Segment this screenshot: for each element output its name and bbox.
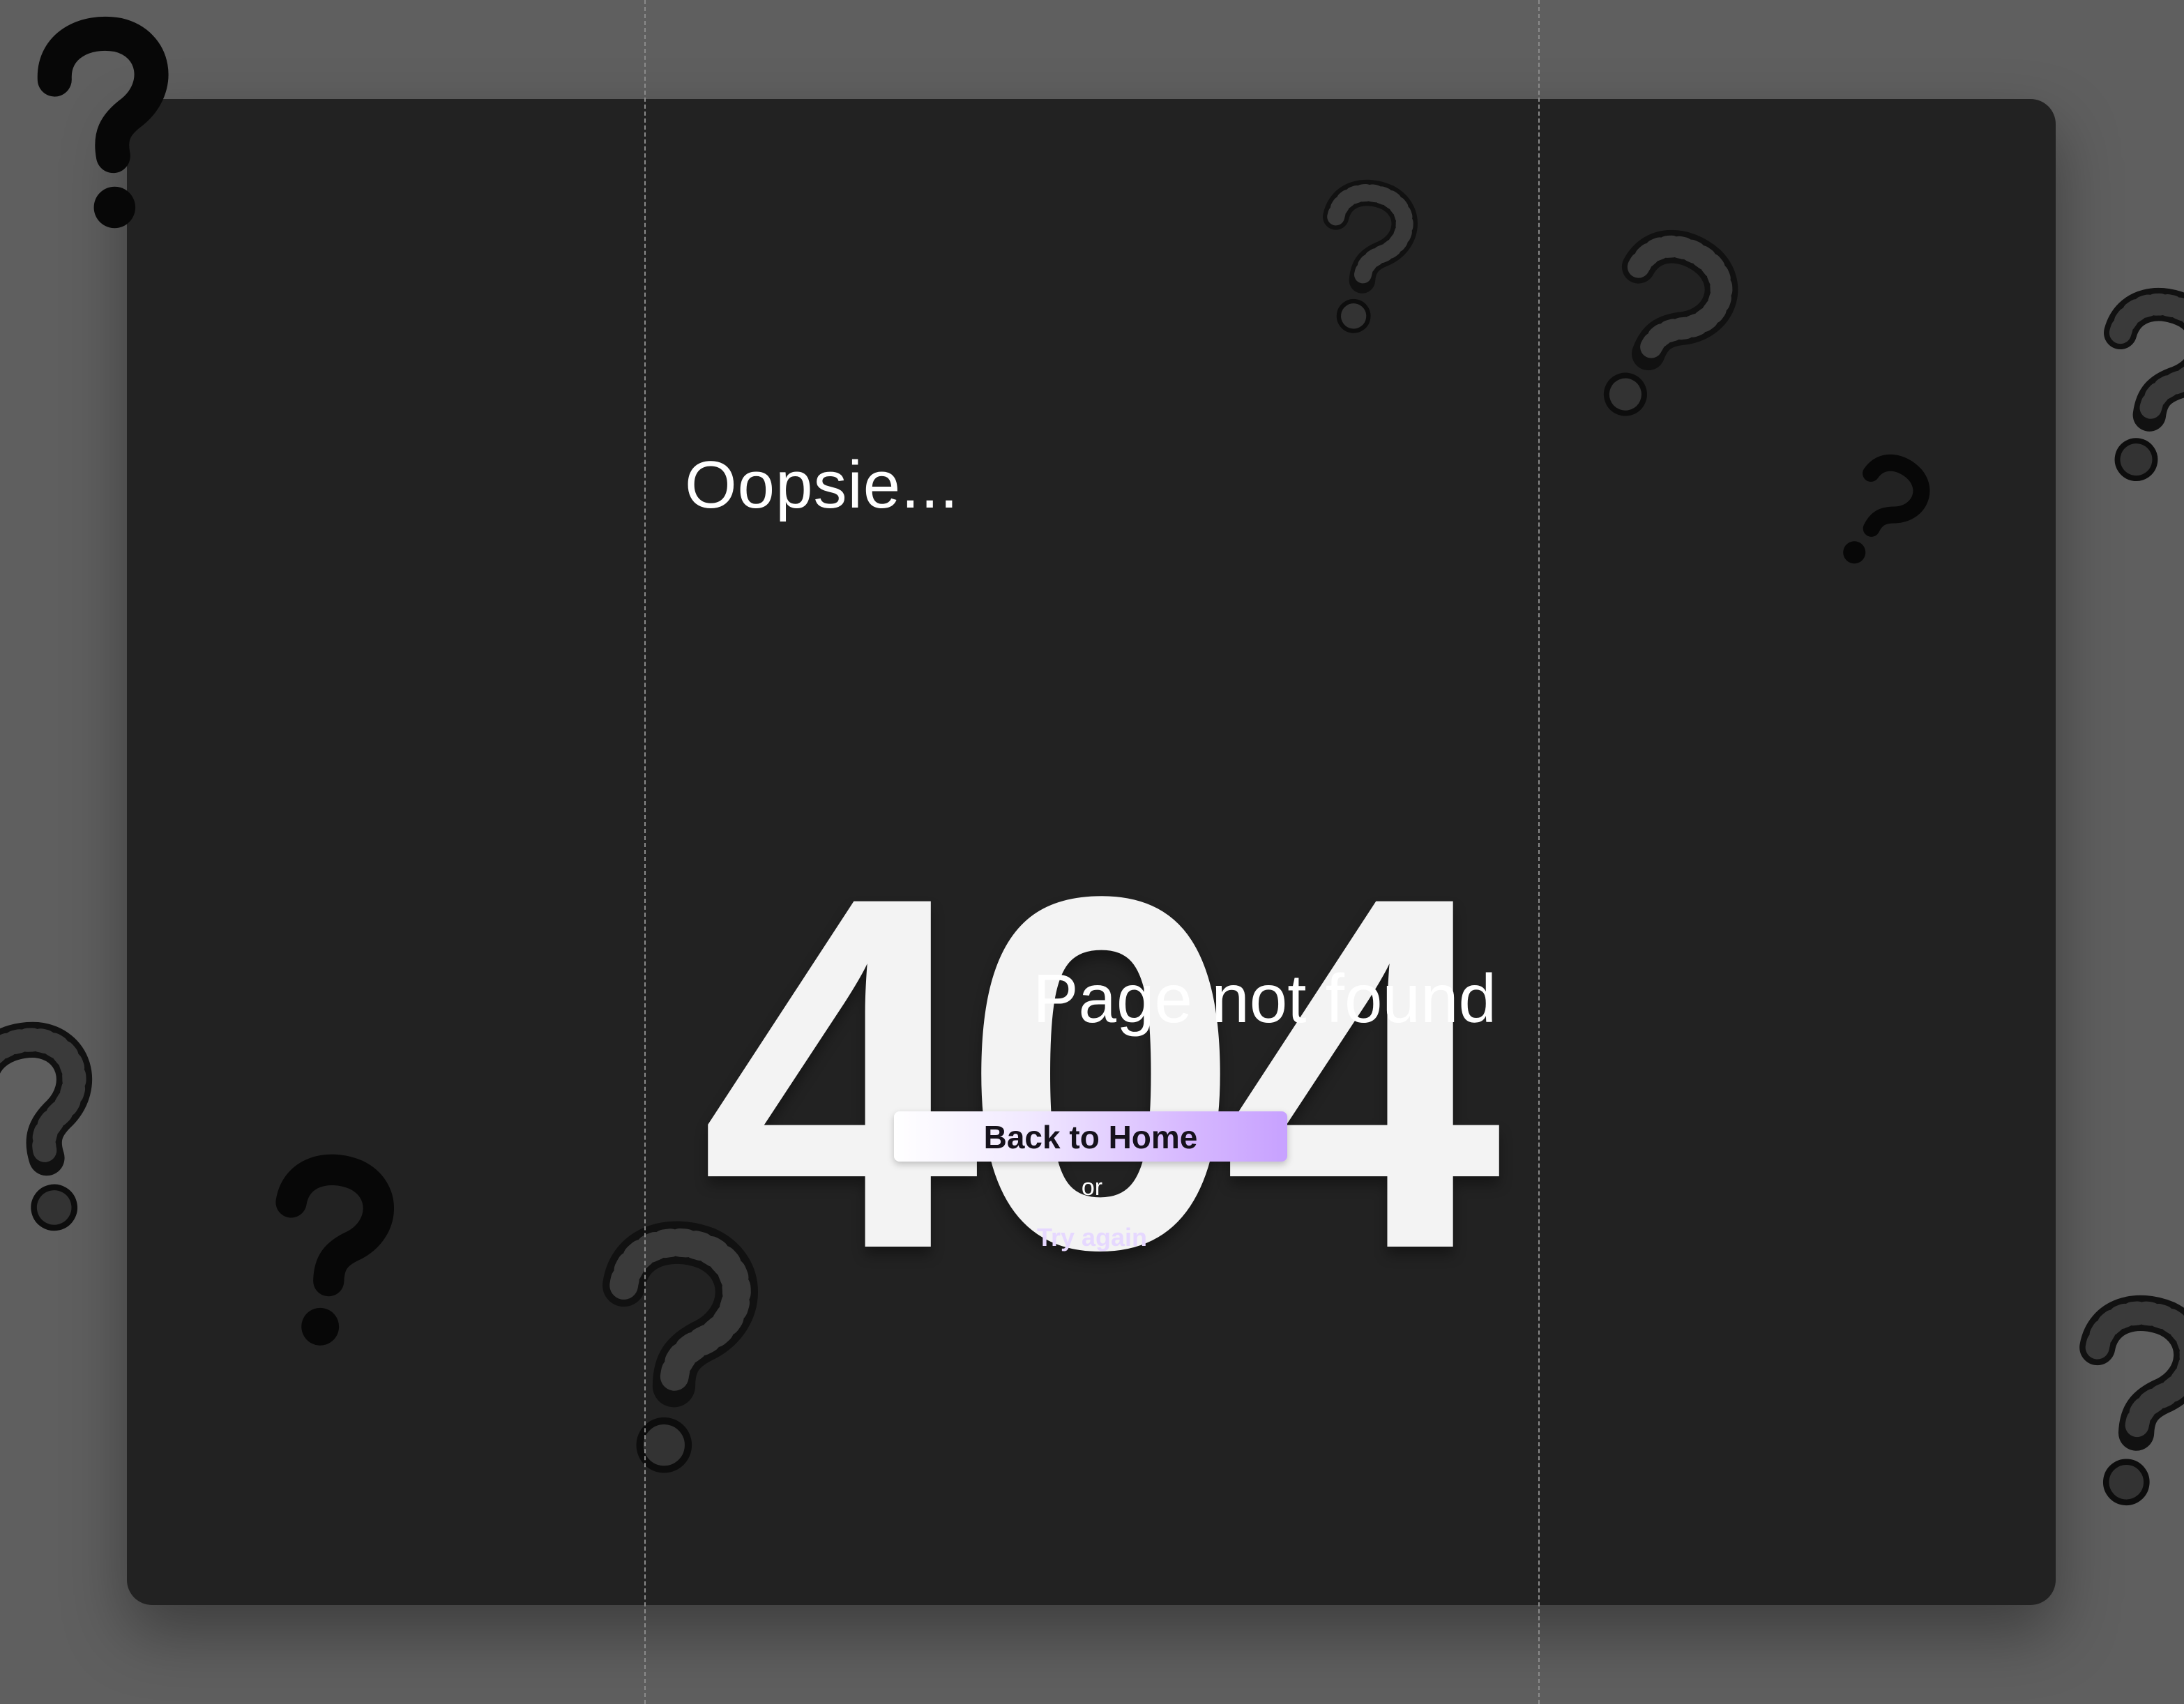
error-content: Oopsie... 404 Page not found Back to Hom… bbox=[0, 0, 2184, 1704]
try-again-link[interactable]: Try again bbox=[993, 1220, 1191, 1255]
error-greeting: Oopsie... bbox=[685, 448, 960, 522]
action-separator: or bbox=[1081, 1174, 1103, 1201]
back-to-home-button[interactable]: Back to Home bbox=[894, 1111, 1287, 1162]
error-message: Page not found bbox=[1033, 960, 1496, 1037]
